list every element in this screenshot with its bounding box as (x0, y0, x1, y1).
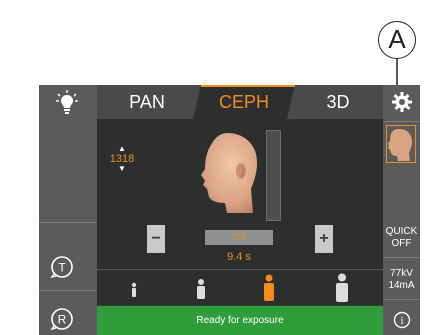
ceph-detector (266, 130, 281, 221)
patient-head-profile-image (197, 131, 263, 220)
right-rail (383, 85, 420, 335)
program-selector[interactable]: C3 (205, 230, 273, 245)
patient-height-control[interactable]: ▲ 1318 ▼ (107, 145, 137, 173)
height-down-icon[interactable]: ▼ (107, 165, 137, 173)
tab-ceph[interactable]: CEPH (197, 85, 291, 119)
rotate-t-icon[interactable]: T (50, 255, 74, 284)
callout-a: A (378, 21, 416, 59)
kv-value: 77kV (390, 268, 413, 279)
next-program-button[interactable]: + (315, 225, 333, 253)
right-rail-divider-3 (383, 299, 420, 300)
exposure-time: 9.4 s (227, 251, 251, 263)
patient-size-child-icon[interactable] (194, 278, 208, 305)
arrow-left-icon: − (151, 230, 161, 247)
t-button-label: T (58, 261, 66, 275)
patient-size-child-small-icon[interactable] (129, 282, 139, 303)
device-screen: T R PAN CEPH 3D ▲ 1318 ▼ − + C3 9.4 s Re… (39, 85, 420, 335)
rotate-r-icon[interactable]: R (50, 307, 74, 335)
patient-size-adult-large-icon[interactable] (333, 273, 351, 308)
quick-mode-line2: OFF (391, 238, 412, 249)
patient-size-adult-medium-icon[interactable] (261, 274, 277, 307)
tab-pan[interactable]: PAN (101, 85, 193, 119)
info-icon[interactable]: i (393, 311, 411, 334)
right-rail-divider (383, 121, 420, 122)
exposure-values: 77kV 14mA (383, 268, 420, 292)
previous-program-button[interactable]: − (147, 225, 165, 253)
light-bulb-icon[interactable] (55, 89, 79, 120)
status-bar: Ready for exposure (97, 306, 383, 335)
height-up-icon[interactable]: ▲ (107, 145, 137, 153)
quick-mode-toggle[interactable]: QUICK OFF (383, 226, 420, 250)
mode-tabs: PAN CEPH 3D (97, 85, 383, 119)
left-rail: T R (39, 85, 97, 335)
ceph-preview-thumbnail[interactable] (386, 125, 416, 163)
callout-label: A (388, 24, 406, 54)
quick-mode-line1: QUICK (385, 226, 418, 237)
info-icon-label: i (400, 315, 403, 327)
gear-icon[interactable] (391, 91, 413, 118)
right-rail-divider-2 (383, 257, 420, 258)
left-rail-divider (39, 222, 97, 223)
patient-size-selector (97, 269, 383, 306)
left-rail-divider-2 (39, 290, 97, 291)
ma-value: 14mA (388, 280, 415, 291)
arrow-right-icon: + (319, 230, 329, 247)
tab-3d[interactable]: 3D (293, 85, 383, 119)
r-button-label: R (58, 313, 67, 327)
